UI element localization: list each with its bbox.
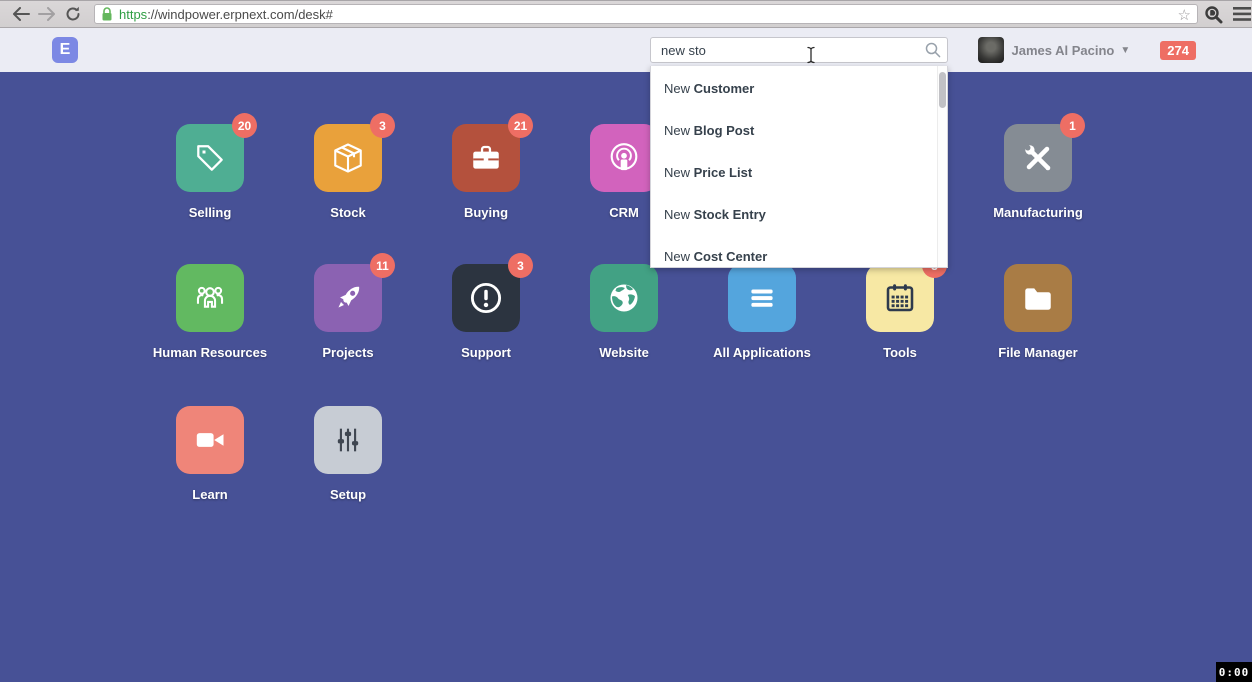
module-label: Support xyxy=(417,345,555,360)
manufacturing-icon xyxy=(1020,140,1056,176)
rocket-icon xyxy=(330,280,366,316)
avatar[interactable] xyxy=(978,37,1004,63)
module-label: Website xyxy=(555,345,693,360)
module-setup[interactable]: Setup xyxy=(279,406,417,502)
global-search: New CustomerNew Blog PostNew Price ListN… xyxy=(650,37,948,63)
suggestion-list: New CustomerNew Blog PostNew Price ListN… xyxy=(651,66,947,268)
module-label: Selling xyxy=(141,205,279,220)
module-tile[interactable] xyxy=(176,264,244,332)
support-icon xyxy=(467,279,505,317)
module-label: Tools xyxy=(831,345,969,360)
count-badge: 1 xyxy=(1060,113,1085,138)
sliders-icon xyxy=(331,423,365,457)
module-stock[interactable]: 3 Stock xyxy=(279,124,417,220)
list-icon xyxy=(745,281,779,315)
module-buying[interactable]: 21 Buying xyxy=(417,124,555,220)
search-suggestion[interactable]: New Customer xyxy=(651,68,947,110)
user-area: James Al Pacino ▼ 274 xyxy=(978,28,1196,72)
module-tile[interactable] xyxy=(590,264,658,332)
url-rest: ://windpower.erpnext.com/desk# xyxy=(147,7,333,22)
module-label: Learn xyxy=(141,487,279,502)
module-tile[interactable] xyxy=(314,406,382,474)
module-label: Manufacturing xyxy=(969,205,1107,220)
module-tile[interactable]: 3 xyxy=(314,124,382,192)
search-input[interactable] xyxy=(650,37,948,63)
module-label: All Applications xyxy=(693,345,831,360)
module-website[interactable]: Website xyxy=(555,264,693,360)
module-label: Stock xyxy=(279,205,417,220)
chevron-down-icon[interactable]: ▼ xyxy=(1120,45,1130,56)
module-tile[interactable] xyxy=(590,124,658,192)
browser-chrome: https://windpower.erpnext.com/desk# ☆ xyxy=(0,0,1252,28)
module-tile[interactable] xyxy=(176,406,244,474)
search-icon xyxy=(925,42,941,58)
url-text: https://windpower.erpnext.com/desk# xyxy=(119,7,333,22)
count-badge: 21 xyxy=(508,113,533,138)
search-suggestion[interactable]: New Blog Post xyxy=(651,110,947,152)
text-cursor xyxy=(806,46,816,64)
module-support[interactable]: 3 Support xyxy=(417,264,555,360)
module-tile[interactable] xyxy=(728,264,796,332)
module-manufacturing[interactable]: 1 Manufacturing xyxy=(969,124,1107,220)
forward-button[interactable] xyxy=(34,3,60,25)
search-suggestion[interactable]: New Stock Entry xyxy=(651,194,947,236)
menu-icon[interactable] xyxy=(1233,7,1251,21)
module-selling[interactable]: 20 Selling xyxy=(141,124,279,220)
video-icon xyxy=(192,422,228,458)
module-human-resources[interactable]: Human Resources xyxy=(141,264,279,360)
app-logo[interactable]: E xyxy=(52,37,78,63)
count-badge: 20 xyxy=(232,113,257,138)
extension-search-icon[interactable] xyxy=(1204,5,1223,24)
module-tile[interactable]: 3 xyxy=(452,264,520,332)
module-tile[interactable]: 11 xyxy=(314,264,382,332)
module-tile[interactable] xyxy=(1004,264,1072,332)
search-suggestion[interactable]: New Price List xyxy=(651,152,947,194)
back-button[interactable] xyxy=(8,3,34,25)
dropdown-scrollbar-track[interactable] xyxy=(937,66,947,268)
briefcase-icon xyxy=(469,141,503,175)
globe-icon xyxy=(606,280,642,316)
recording-timer: 0:00 xyxy=(1216,662,1252,682)
reload-button[interactable] xyxy=(60,3,86,25)
module-tile[interactable]: 20 xyxy=(176,124,244,192)
module-label: File Manager xyxy=(969,345,1107,360)
dropdown-scrollbar-thumb[interactable] xyxy=(939,72,946,108)
tag-icon xyxy=(192,140,228,176)
count-badge: 11 xyxy=(370,253,395,278)
module-file-manager[interactable]: File Manager xyxy=(969,264,1107,360)
bookmark-star-icon[interactable]: ☆ xyxy=(1178,6,1191,24)
folder-icon xyxy=(1020,280,1056,316)
module-tile[interactable]: 21 xyxy=(452,124,520,192)
notification-badge[interactable]: 274 xyxy=(1160,41,1196,60)
module-tools[interactable]: 3 Tools xyxy=(831,264,969,360)
url-bar[interactable]: https://windpower.erpnext.com/desk# ☆ xyxy=(94,4,1198,24)
padlock-icon xyxy=(101,7,113,22)
count-badge: 3 xyxy=(370,113,395,138)
module-label: Projects xyxy=(279,345,417,360)
module-tile[interactable]: 3 xyxy=(866,264,934,332)
module-learn[interactable]: Learn xyxy=(141,406,279,502)
module-projects[interactable]: 11 Projects xyxy=(279,264,417,360)
people-icon xyxy=(191,279,229,317)
module-tile[interactable]: 1 xyxy=(1004,124,1072,192)
calendar-icon xyxy=(882,280,918,316)
app-navbar: E New CustomerNew Blog PostNew Price Lis… xyxy=(0,28,1252,72)
box-icon xyxy=(330,140,366,176)
module-label: Setup xyxy=(279,487,417,502)
count-badge: 3 xyxy=(508,253,533,278)
module-label: Human Resources xyxy=(141,345,279,360)
search-suggestions-dropdown: New CustomerNew Blog PostNew Price ListN… xyxy=(650,66,948,268)
search-suggestion[interactable]: New Cost Center xyxy=(651,236,947,268)
broadcast-icon xyxy=(606,140,642,176)
module-label: Buying xyxy=(417,205,555,220)
user-name[interactable]: James Al Pacino xyxy=(1012,43,1115,58)
module-all-applications[interactable]: All Applications xyxy=(693,264,831,360)
desk-background: 20Selling3Stock21BuyingCRM1Manufacturing… xyxy=(0,72,1252,682)
url-scheme: https xyxy=(119,7,147,22)
